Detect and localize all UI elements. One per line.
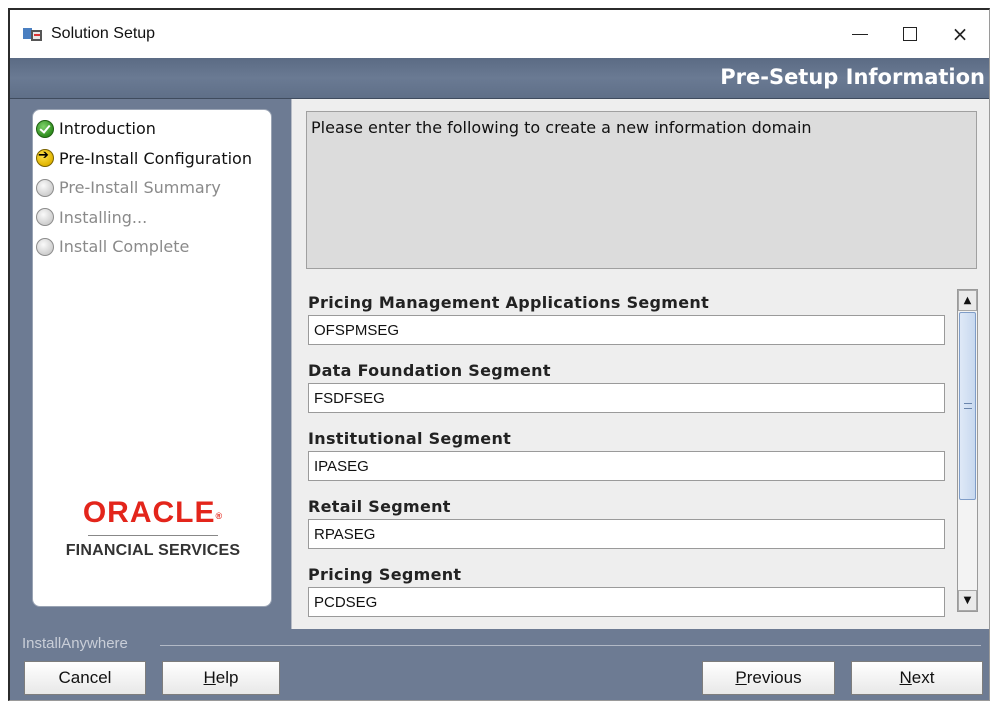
step-done-icon [36, 119, 54, 138]
main-panel: Please enter the following to create a n… [291, 99, 989, 629]
footer-divider [160, 645, 981, 646]
maximize-icon [903, 27, 917, 41]
scroll-thumb[interactable] [959, 312, 976, 500]
step-pre-install-summary: Pre-Install Summary [36, 173, 272, 203]
cancel-button-label: Cancel [58, 668, 112, 687]
previous-mnemonic: P [735, 668, 747, 687]
field-label: Pricing Segment [308, 565, 462, 584]
field-institutional-segment: Institutional Segment [308, 429, 948, 481]
pricing-management-applications-segment-input[interactable] [308, 315, 945, 345]
field-label: Pricing Management Applications Segment [308, 293, 710, 312]
triangle-up-icon: ▲ [963, 295, 972, 306]
grip-icon [964, 403, 972, 409]
step-label: Pre-Install Summary [59, 178, 221, 198]
previous-button-label: revious [746, 668, 802, 687]
field-retail-segment: Retail Segment [308, 497, 948, 549]
next-mnemonic: N [899, 668, 912, 687]
help-mnemonic: H [203, 668, 216, 687]
app-icon [23, 25, 45, 43]
close-button[interactable]: × [935, 10, 985, 58]
step-introduction: Introduction [36, 114, 272, 144]
step-label: Install Complete [59, 237, 190, 257]
content-area: Introduction Pre-Install Configuration P… [10, 99, 989, 629]
step-pending-icon [36, 208, 54, 227]
installanywhere-label: InstallAnywhere [22, 635, 134, 652]
form-scrollbar[interactable]: ▲ ▼ [957, 289, 978, 612]
field-label: Institutional Segment [308, 429, 512, 448]
field-pricing-segment: Pricing Segment [308, 565, 948, 617]
minimize-button[interactable] [835, 10, 885, 58]
field-label: Retail Segment [308, 497, 451, 516]
segment-form: Pricing Management Applications Segment … [304, 289, 980, 619]
field-data-foundation-segment: Data Foundation Segment [308, 361, 948, 413]
minimize-icon [852, 33, 868, 35]
step-label: Introduction [59, 119, 156, 139]
step-pending-icon [36, 178, 54, 197]
financial-services-wordmark: FINANCIAL SERVICES [65, 542, 241, 559]
previous-button[interactable]: Previous [702, 661, 835, 695]
help-button[interactable]: Help [162, 661, 280, 695]
help-button-label: elp [215, 668, 239, 687]
field-pricing-management-applications-segment: Pricing Management Applications Segment [308, 293, 948, 345]
data-foundation-segment-input[interactable] [308, 383, 945, 413]
scroll-up-button[interactable]: ▲ [958, 290, 977, 311]
page-title: Pre-Setup Information [720, 65, 985, 89]
next-button[interactable]: Next [851, 661, 983, 695]
maximize-button[interactable] [885, 10, 935, 58]
step-current-arrow-icon [36, 148, 54, 168]
step-pending-icon [36, 237, 54, 256]
step-installing: Installing... [36, 203, 272, 233]
step-label: Installing... [59, 207, 148, 227]
installer-window: Solution Setup × Pre-Setup Information I… [8, 8, 990, 701]
step-pre-install-configuration: Pre-Install Configuration [36, 144, 272, 174]
oracle-wordmark: ORACLE [82, 496, 216, 529]
logo-divider [88, 535, 218, 536]
scroll-down-button[interactable]: ▼ [958, 590, 977, 611]
close-icon: × [951, 22, 969, 46]
cancel-button[interactable]: Cancel [24, 661, 146, 695]
instruction-box: Please enter the following to create a n… [306, 111, 977, 269]
step-label: Pre-Install Configuration [59, 148, 252, 168]
oracle-logo: ORACLE® FINANCIAL SERVICES [33, 496, 273, 560]
institutional-segment-input[interactable] [308, 451, 945, 481]
triangle-down-icon: ▼ [963, 595, 972, 606]
instruction-text: Please enter the following to create a n… [311, 118, 812, 137]
footer: InstallAnywhere Cancel Help Previous Nex… [10, 629, 989, 700]
field-label: Data Foundation Segment [308, 361, 551, 380]
step-list: Introduction Pre-Install Configuration P… [36, 114, 272, 262]
retail-segment-input[interactable] [308, 519, 945, 549]
next-button-label: ext [911, 668, 935, 687]
window-title: Solution Setup [51, 25, 156, 42]
step-install-complete: Install Complete [36, 232, 272, 262]
steps-sidebar: Introduction Pre-Install Configuration P… [32, 109, 272, 607]
pricing-segment-input[interactable] [308, 587, 945, 617]
title-bar: Solution Setup × [10, 10, 989, 58]
page-header: Pre-Setup Information [10, 58, 989, 99]
